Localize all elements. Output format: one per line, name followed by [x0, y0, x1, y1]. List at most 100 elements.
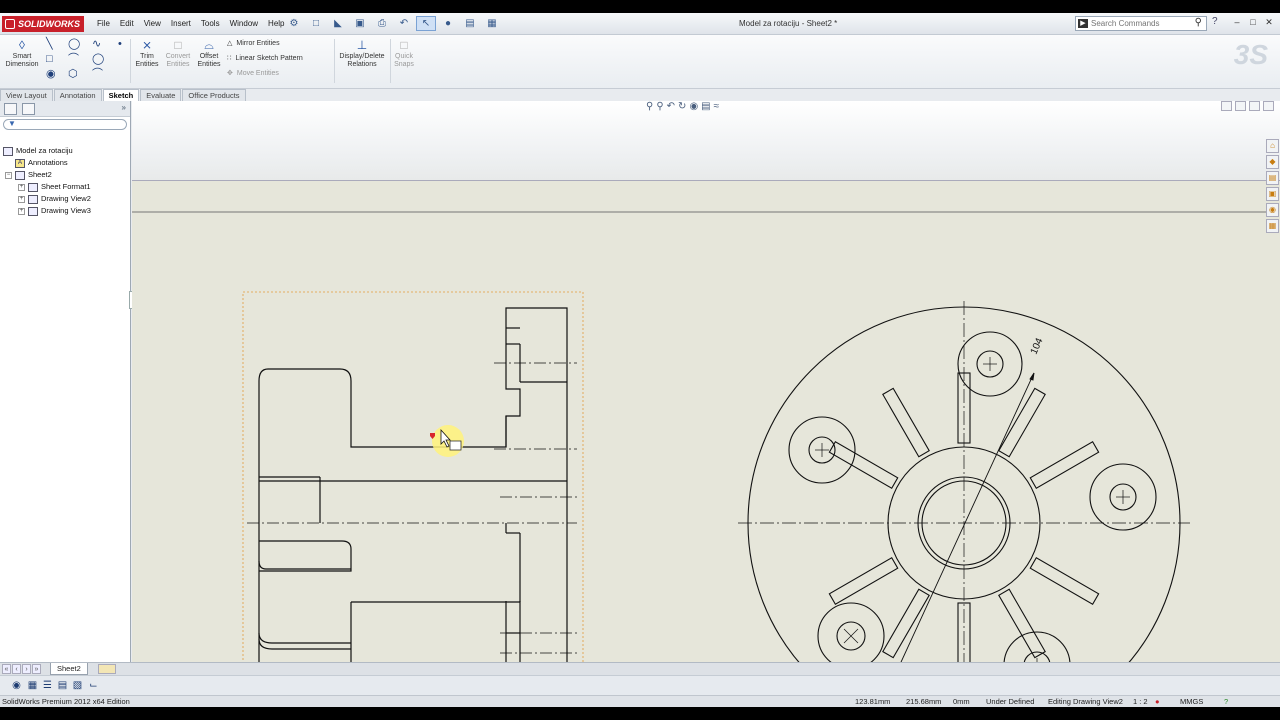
hide-show-edges-icon[interactable]: ▧	[71, 680, 84, 692]
circle-icon[interactable]: ◯	[68, 38, 80, 50]
move-icon: ✥	[227, 70, 233, 77]
open-icon[interactable]: ◣	[328, 16, 348, 31]
line-style-icon[interactable]: ▤	[56, 680, 69, 692]
expand-icon[interactable]: +	[18, 195, 25, 203]
resources-icon[interactable]: ◆	[1266, 155, 1279, 169]
feature-tree-tab[interactable]	[4, 103, 17, 115]
close-icon[interactable]: ✕	[1262, 15, 1276, 29]
select-icon[interactable]: ↖	[416, 16, 436, 31]
ds-logo-icon	[5, 19, 15, 29]
undo-icon[interactable]: ↶	[394, 16, 414, 31]
next-sheet-icon[interactable]: ›	[22, 664, 31, 674]
view-palette-icon[interactable]: ◉	[1266, 203, 1279, 217]
maximize-viewport-icon[interactable]	[1263, 101, 1274, 111]
quick-snaps-button[interactable]: □ Quick Snaps	[393, 39, 415, 69]
file-properties-icon[interactable]: ▤	[460, 16, 480, 31]
last-sheet-icon[interactable]: »	[32, 664, 41, 674]
rebuild-status-icon[interactable]: ●	[1155, 696, 1160, 707]
tab-office-products[interactable]: Office Products	[182, 89, 246, 101]
menu-tools[interactable]: Tools	[196, 13, 225, 35]
zoom-to-area-icon[interactable]: ⚲	[656, 101, 663, 113]
rectangle-icon[interactable]: □	[46, 53, 53, 65]
layer-icon[interactable]: ◉	[10, 680, 23, 692]
hide-show-icon[interactable]: ▤	[701, 101, 710, 113]
move-entities-button[interactable]: ✥ Move Entities	[227, 68, 279, 80]
tree-item-drawing-view2[interactable]: + Drawing View2	[18, 193, 91, 205]
add-sheet-icon[interactable]	[98, 664, 116, 674]
tab-sketch[interactable]: Sketch	[102, 89, 140, 101]
smart-dimension-button[interactable]: ◊ Smart Dimension	[4, 39, 40, 69]
trim-entities-button[interactable]: ⨯ Trim Entities	[134, 39, 160, 69]
prev-sheet-icon[interactable]: ‹	[12, 664, 21, 674]
zoom-to-fit-icon[interactable]: ⚲	[646, 101, 653, 113]
tree-item-sheet2[interactable]: − Sheet2	[5, 169, 52, 181]
expand-arrows-icon[interactable]: »	[122, 103, 126, 112]
help-icon[interactable]: ?	[1212, 16, 1218, 27]
mirror-label: Mirror Entities	[236, 40, 280, 47]
tree-root[interactable]: Model za rotaciju	[3, 145, 73, 157]
previous-view-icon[interactable]: ↶	[667, 101, 675, 113]
sheet-tab-sheet2[interactable]: Sheet2	[50, 663, 88, 675]
first-sheet-icon[interactable]: «	[2, 664, 11, 674]
menu-file[interactable]: File	[92, 13, 115, 35]
line-color-icon[interactable]: ▦	[26, 680, 39, 692]
search-commands[interactable]: ▶ ⚲	[1075, 16, 1207, 31]
restore-icon[interactable]: □	[1246, 15, 1260, 29]
fillet-icon[interactable]: ⌒	[92, 68, 103, 80]
minimize-icon[interactable]: –	[1230, 15, 1244, 29]
tree-filter[interactable]: ▼	[3, 119, 127, 130]
print-icon[interactable]: ⎙	[372, 16, 392, 31]
split-horizontal-icon[interactable]	[1221, 101, 1232, 111]
graphics-area[interactable]: ⚲ ⚲ ↶ ↻ ◉ ▤ ≈ 104 ⌂ ◆ ▤ ▣ ◉ ▦	[132, 101, 1280, 675]
tree-item-drawing-view3[interactable]: + Drawing View3	[18, 205, 91, 217]
appearances-icon[interactable]: ▦	[1266, 219, 1279, 233]
minimize-viewport-icon[interactable]	[1249, 101, 1260, 111]
tab-view-layout[interactable]: View Layout	[0, 89, 53, 101]
file-explorer-icon[interactable]: ▣	[1266, 187, 1279, 201]
design-library-icon[interactable]: ▤	[1266, 171, 1279, 185]
slot-icon[interactable]: ◉	[46, 68, 56, 80]
polygon-icon[interactable]: ⬡	[68, 68, 78, 80]
menu-window[interactable]: Window	[225, 13, 263, 35]
home-icon[interactable]: ⌂	[1266, 139, 1279, 153]
menu-view[interactable]: View	[139, 13, 166, 35]
ellipse-icon[interactable]: ◯	[92, 53, 104, 65]
view-settings-icon[interactable]: ≈	[714, 101, 720, 113]
arc-icon[interactable]: ⌒	[68, 53, 79, 65]
new-document-icon[interactable]: □	[306, 16, 326, 31]
solidworks-logo[interactable]: SOLIDWORKS	[2, 16, 84, 32]
convert-entities-button[interactable]: □ Convert Entities	[163, 39, 193, 69]
help-status-icon[interactable]: ?	[1224, 696, 1228, 707]
tab-evaluate[interactable]: Evaluate	[140, 89, 182, 101]
menu-edit[interactable]: Edit	[115, 13, 139, 35]
tab-annotation[interactable]: Annotation	[53, 89, 102, 101]
property-manager-tab[interactable]	[22, 103, 35, 115]
save-icon[interactable]: ▣	[350, 16, 370, 31]
units-selector[interactable]: MMGS	[1180, 696, 1203, 707]
magnifier-icon[interactable]: ⚲	[1195, 17, 1202, 28]
linear-sketch-pattern-button[interactable]: ∷ Linear Sketch Pattern	[227, 53, 303, 65]
search-input[interactable]	[1091, 18, 1187, 29]
tree-item-annotations[interactable]: A Annotations	[15, 157, 68, 169]
display-style-icon[interactable]: ◉	[689, 101, 698, 113]
split-vertical-icon[interactable]	[1235, 101, 1246, 111]
expand-icon[interactable]: +	[18, 183, 25, 191]
options-icon[interactable]: ▦	[482, 16, 502, 31]
pin-icon[interactable]: ⚙	[284, 16, 304, 31]
line-icon[interactable]: ╲	[46, 38, 53, 50]
offset-entities-button[interactable]: ⌓ Offset Entities	[196, 39, 222, 69]
expand-icon[interactable]: +	[18, 207, 25, 215]
tree-item-sheet-format[interactable]: + Sheet Format1	[18, 181, 91, 193]
color-display-icon[interactable]: ⌙	[87, 680, 100, 692]
mirror-entities-button[interactable]: △ Mirror Entities	[227, 38, 280, 50]
rebuild-view-icon[interactable]: ↻	[678, 101, 686, 113]
sheet-scale[interactable]: 1 : 2	[1133, 696, 1148, 707]
menu-insert[interactable]: Insert	[166, 13, 196, 35]
collapse-icon[interactable]: −	[5, 171, 12, 179]
rebuild-icon[interactable]: ●	[438, 16, 458, 31]
display-delete-relations-button[interactable]: ⊥ Display/Delete Relations	[338, 39, 386, 69]
point-icon[interactable]: •	[118, 38, 122, 50]
spline-icon[interactable]: ∿	[92, 38, 101, 50]
drawing-sheet[interactable]: 104	[132, 181, 1266, 675]
line-thickness-icon[interactable]: ☰	[41, 680, 54, 692]
